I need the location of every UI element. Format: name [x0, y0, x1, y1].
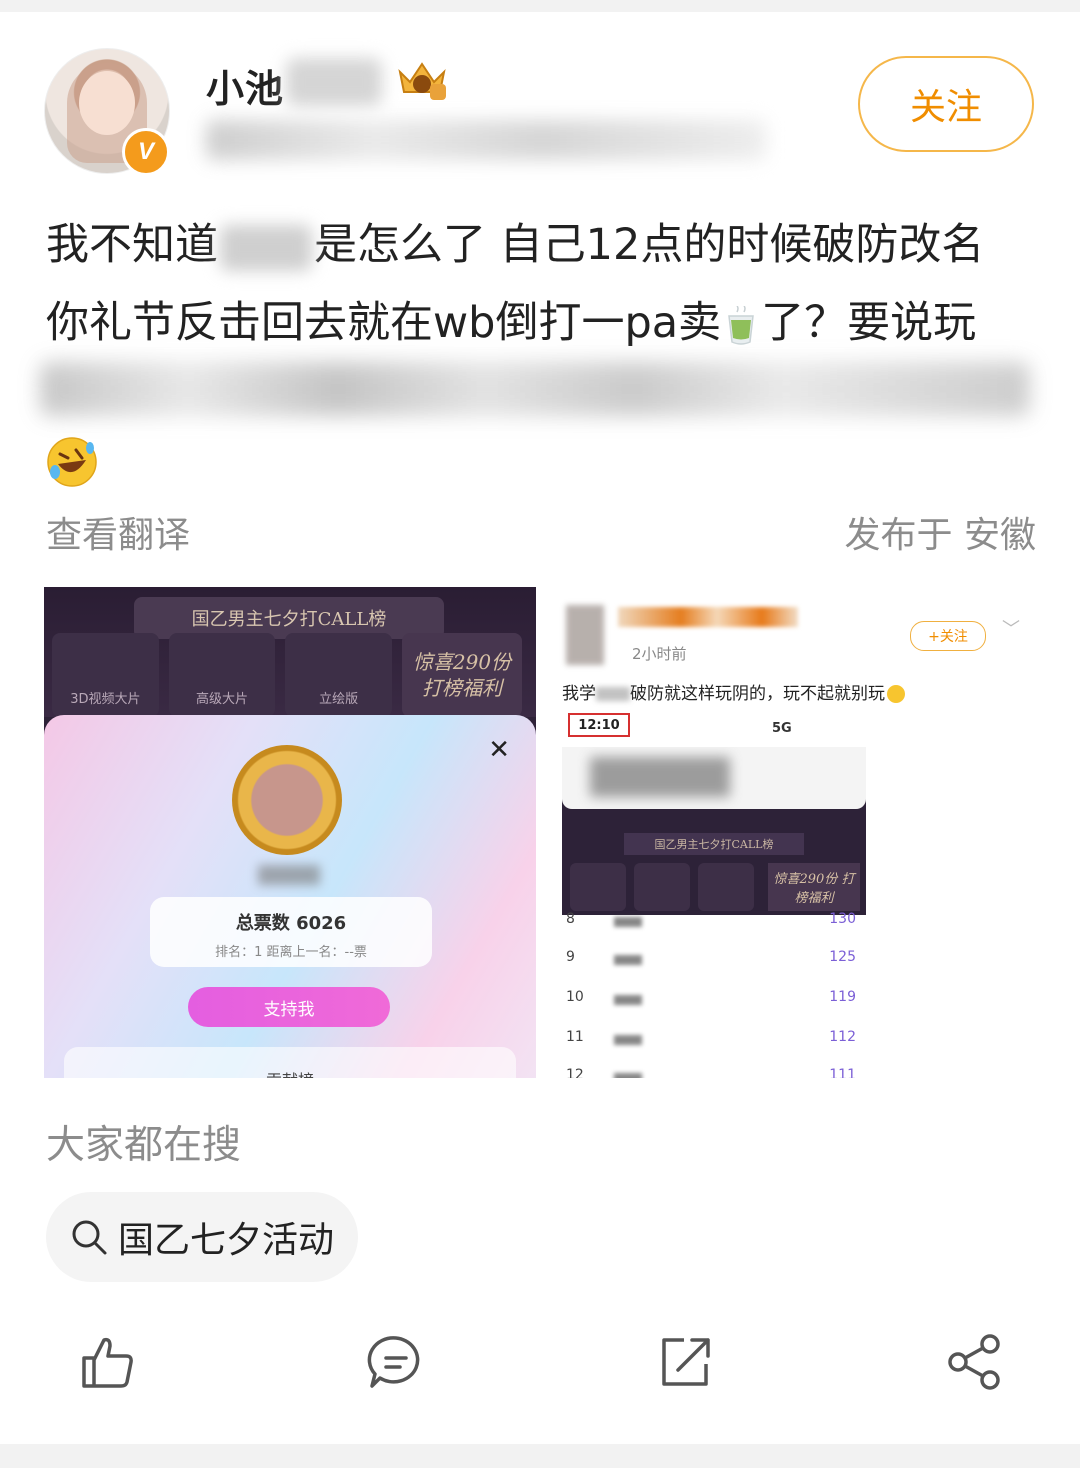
score-card: 总票数 6026 排名：1 距离上一名：--票 — [150, 897, 432, 967]
ranking-row: 12 111 — [566, 1067, 856, 1078]
quoted-text-segment: 我学 — [562, 684, 596, 704]
vote-count: 112 — [829, 1029, 856, 1045]
image-tile: 立绘版 — [285, 633, 393, 717]
redacted-line — [40, 362, 1030, 416]
quoted-post-text: 我学 破防就这样玩阴的，玩不起就别玩 — [562, 679, 905, 704]
view-translation-link[interactable]: 查看翻译 — [46, 506, 190, 558]
trending-search-chip[interactable]: 国乙七夕活动 — [46, 1192, 358, 1282]
post-image-1[interactable]: 国乙男主七夕打CALL榜 3D视频大片 高级大片 立绘版 惊喜290份 打榜福利… — [44, 587, 536, 1078]
post-line-1: 我不知道 是怎么了 自己12点的时候破防改名 — [46, 206, 1036, 284]
rank-number: 9 — [566, 949, 575, 965]
post-location: 发布于 安徽 — [844, 515, 1036, 556]
rank-number: 10 — [566, 989, 584, 1005]
username[interactable]: 小池 — [206, 58, 284, 113]
screenshot-promo-tile: 惊喜290份 打榜福利 — [768, 863, 860, 911]
search-icon — [72, 1220, 107, 1255]
image-tile-label: 3D视频大片 — [70, 692, 141, 707]
contribution-tab: 贡献榜 — [64, 1047, 516, 1078]
redacted-name — [614, 995, 642, 1005]
rank-number: 12 — [566, 1067, 584, 1078]
quoted-text-segment: 破防就这样玩阴的，玩不起就别玩 — [630, 684, 885, 704]
rank-number: 8 — [566, 911, 575, 927]
vote-popup: ✕ 总票数 6026 排名：1 距离上一名：--票 支持我 贡献榜 — [44, 715, 536, 1078]
avatar-face — [79, 71, 135, 135]
vote-count: 130 — [829, 911, 856, 927]
post-text-segment: 了？要说玩 — [761, 298, 977, 348]
screenshot-tile — [634, 863, 690, 911]
chevron-down-icon: ﹀ — [1002, 619, 1020, 640]
redacted-name — [614, 1073, 642, 1078]
signal-indicator: 5G — [772, 721, 792, 736]
embedded-screenshot: 国乙男主七夕打CALL榜 惊喜290份 打榜福利 — [562, 747, 866, 915]
redacted-name — [614, 955, 642, 965]
redacted-text — [596, 687, 630, 701]
post-text-segment: 是怎么了 自己12点的时候破防改名 — [314, 220, 985, 270]
green-tea-cup-icon — [728, 305, 754, 345]
ranking-row: 11 112 — [566, 1029, 856, 1053]
laughing-emoji-icon — [887, 685, 905, 703]
image-tile: 3D视频大片 — [52, 633, 159, 717]
username-redacted — [286, 58, 382, 106]
vote-count: 125 — [829, 949, 856, 965]
search-chip-label: 国乙七夕活动 — [118, 1220, 335, 1261]
top-divider — [0, 0, 1080, 12]
follow-button: +关注 — [910, 621, 986, 651]
post-line-2: 你礼节反击回去就在wb倒打一pa卖 了？要说玩 — [46, 284, 1036, 362]
verified-badge-icon: V — [122, 128, 170, 176]
redacted-name — [614, 1035, 642, 1045]
post-time: 2小时前 — [632, 645, 687, 663]
crown-badge-icon[interactable] — [394, 58, 450, 102]
rank-line: 排名：1 距离上一名：--票 — [215, 945, 367, 960]
clock-highlight: 12:10 — [568, 713, 630, 737]
follow-button[interactable]: 关注 — [858, 56, 1034, 152]
image-tile: 高级大片 — [168, 633, 276, 717]
vote-count: 119 — [829, 989, 856, 1005]
vote-count: 111 — [829, 1067, 856, 1078]
support-button: 支持我 — [188, 987, 390, 1027]
post-body: 我不知道 是怎么了 自己12点的时候破防改名 你礼节反击回去就在wb倒打一pa卖 … — [46, 206, 1036, 362]
close-icon: ✕ — [488, 735, 510, 765]
screenshot-tile — [698, 863, 754, 911]
medal-avatar — [232, 745, 342, 855]
post-image-2[interactable]: 2小时前 +关注 ﹀ 我学 破防就这样玩阴的，玩不起就别玩 12:10 5G 国乙… — [546, 587, 1036, 1078]
comment-bubble-icon[interactable] — [366, 1332, 426, 1392]
redacted-content — [590, 757, 730, 797]
image-tiles: 3D视频大片 高级大片 立绘版 惊喜290份 打榜福利 — [52, 633, 523, 717]
image-tile-label: 高级大片 — [196, 692, 249, 707]
redacted-avatar — [566, 605, 604, 665]
total-votes: 总票数 6026 — [235, 913, 347, 934]
image-promo-tile: 惊喜290份 打榜福利 — [402, 633, 523, 717]
redacted-name — [614, 917, 642, 927]
rank-number: 11 — [566, 1029, 584, 1045]
trending-search-heading: 大家都在搜 — [46, 1123, 242, 1168]
share-icon[interactable] — [944, 1332, 1004, 1392]
screenshot-header — [562, 747, 866, 809]
redacted-username — [618, 607, 798, 627]
repost-icon[interactable] — [656, 1332, 716, 1392]
thumbs-up-icon[interactable] — [78, 1332, 138, 1392]
post-meta-redacted — [206, 120, 766, 160]
post-text-segment: 你礼节反击回去就在wb倒打一pa卖 — [46, 298, 722, 348]
redacted-text — [220, 224, 312, 271]
screenshot-banner: 国乙男主七夕打CALL榜 — [624, 833, 804, 855]
image-tile-label: 立绘版 — [319, 692, 359, 707]
ranking-row: 8 130 — [566, 911, 856, 935]
screenshot-tile — [570, 863, 626, 911]
bottom-divider — [0, 1444, 1080, 1468]
post-text-segment: 我不知道 — [46, 220, 218, 270]
ranking-row: 9 125 — [566, 949, 856, 973]
redacted-name — [258, 865, 320, 885]
ranking-row: 10 119 — [566, 989, 856, 1013]
rolling-laughing-emoji-icon — [47, 437, 97, 487]
